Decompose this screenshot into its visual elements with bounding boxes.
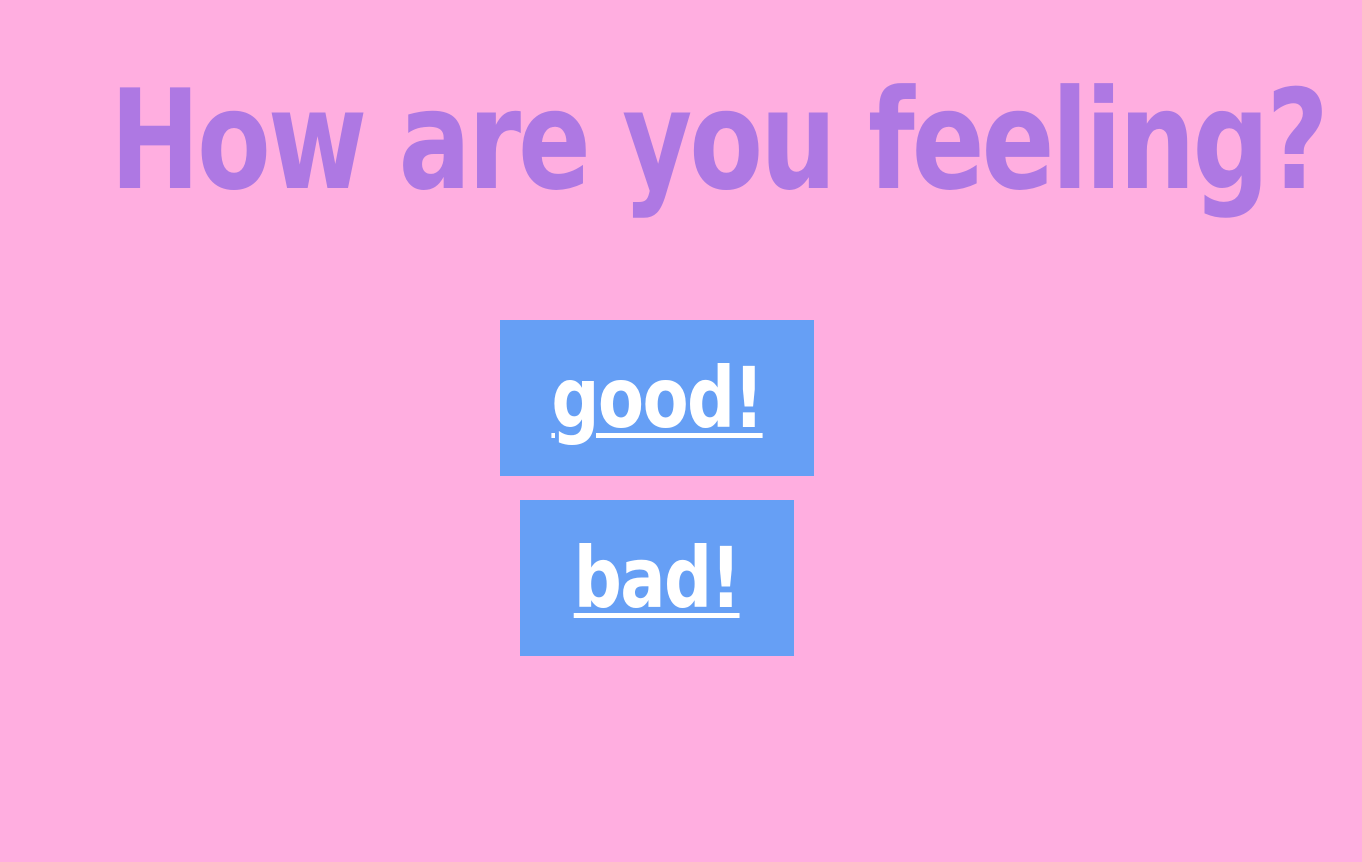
page: How are you feeling? good! bad! <box>0 0 1362 862</box>
bad-link[interactable]: bad! <box>574 536 741 620</box>
good-button[interactable]: good! <box>500 320 814 476</box>
bad-button[interactable]: bad! <box>520 500 794 656</box>
good-link[interactable]: good! <box>551 356 764 440</box>
page-title: How are you feeling? <box>110 60 1329 221</box>
